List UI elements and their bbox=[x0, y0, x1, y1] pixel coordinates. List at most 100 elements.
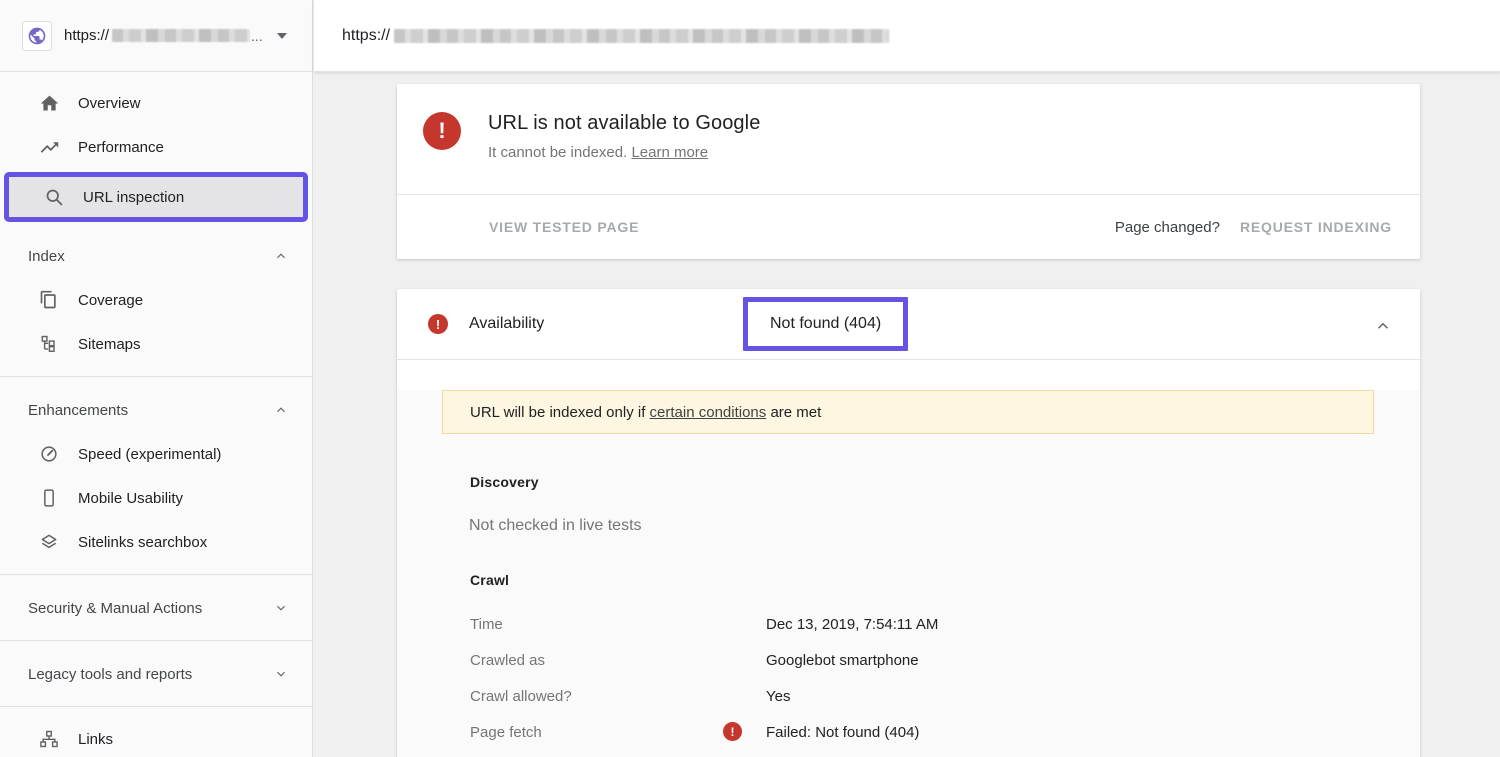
card-divider bbox=[397, 359, 1420, 360]
masked-property-url bbox=[112, 29, 250, 42]
certain-conditions-link[interactable]: certain conditions bbox=[650, 404, 767, 421]
sidebar-item-sitemaps[interactable]: Sitemaps bbox=[0, 322, 312, 366]
sidebar-item-mobile-usability[interactable]: Mobile Usability bbox=[0, 476, 312, 520]
search-icon bbox=[43, 186, 65, 208]
inspected-url-prefix: https:// bbox=[342, 27, 390, 45]
discovery-heading: Discovery bbox=[470, 474, 1420, 490]
sidebar-item-label: Speed (experimental) bbox=[78, 446, 221, 463]
property-url-prefix: https:// bbox=[64, 27, 109, 44]
sidebar-nav: Overview Performance URL inspection Inde… bbox=[0, 72, 312, 757]
row-label: Crawl allowed? bbox=[470, 688, 766, 724]
globe-icon bbox=[27, 26, 47, 46]
sidebar-item-label: Performance bbox=[78, 139, 164, 156]
search-console-app: https:// ... Overview Performance bbox=[0, 0, 1500, 757]
notice-text-before: URL will be indexed only if bbox=[470, 404, 650, 421]
index-conditions-notice: URL will be indexed only if certain cond… bbox=[442, 390, 1374, 434]
table-row: Crawl allowed? Yes bbox=[470, 688, 1420, 724]
sidebar-item-speed[interactable]: Speed (experimental) bbox=[0, 432, 312, 476]
availability-header[interactable]: Availability Not found (404) bbox=[397, 289, 1420, 359]
availability-title: Availability bbox=[469, 315, 544, 333]
status-card: URL is not available to Google It cannot… bbox=[397, 84, 1420, 259]
row-label: Time bbox=[470, 616, 766, 652]
chevron-down-icon bbox=[274, 601, 288, 615]
sidebar-item-label: Overview bbox=[78, 95, 141, 112]
learn-more-link[interactable]: Learn more bbox=[631, 144, 708, 161]
sidebar-divider bbox=[0, 706, 312, 707]
mobile-icon bbox=[38, 487, 60, 509]
availability-card: Availability Not found (404) URL will be… bbox=[397, 289, 1420, 757]
sitemaps-icon bbox=[38, 333, 60, 355]
speed-icon bbox=[38, 443, 60, 465]
crawl-heading: Crawl bbox=[470, 572, 1420, 588]
chevron-down-icon bbox=[274, 667, 288, 681]
section-header-label: Index bbox=[28, 248, 274, 265]
sidebar-divider bbox=[0, 640, 312, 641]
view-tested-page-button[interactable]: VIEW TESTED PAGE bbox=[489, 219, 639, 235]
sidebar-section-security-manual-actions[interactable]: Security & Manual Actions bbox=[0, 586, 312, 630]
home-icon bbox=[38, 92, 60, 114]
sidebar-section-legacy-tools[interactable]: Legacy tools and reports bbox=[0, 652, 312, 696]
sidebar-item-label: URL inspection bbox=[83, 189, 184, 206]
url-inspection-searchbar[interactable]: https:// bbox=[314, 0, 1500, 72]
error-icon bbox=[428, 314, 448, 334]
actions-right: Page changed? REQUEST INDEXING bbox=[1115, 219, 1392, 236]
notice-text-after: are met bbox=[766, 404, 821, 421]
sidebar-section-enhancements[interactable]: Enhancements bbox=[0, 388, 312, 432]
sidebar-item-url-inspection[interactable]: URL inspection bbox=[4, 172, 308, 222]
sidebar-item-label: Coverage bbox=[78, 292, 143, 309]
table-row: Crawled as Googlebot smartphone bbox=[470, 652, 1420, 688]
sidebar: https:// ... Overview Performance bbox=[0, 0, 313, 757]
row-value: Dec 13, 2019, 7:54:11 AM bbox=[766, 616, 938, 652]
status-subtitle: It cannot be indexed. Learn more bbox=[488, 144, 760, 161]
sidebar-item-sitelinks-searchbox[interactable]: Sitelinks searchbox bbox=[0, 520, 312, 564]
status-annotation-box: Not found (404) bbox=[743, 297, 908, 351]
main-area: https:// URL is not available to Google … bbox=[314, 0, 1500, 757]
section-header-label: Enhancements bbox=[28, 402, 274, 419]
chevron-up-icon[interactable] bbox=[1374, 317, 1392, 335]
sidebar-divider bbox=[0, 574, 312, 575]
status-title: URL is not available to Google bbox=[488, 112, 760, 135]
table-row: Time Dec 13, 2019, 7:54:11 AM bbox=[470, 616, 1420, 652]
sidebar-divider bbox=[0, 376, 312, 377]
sitelinks-icon bbox=[38, 531, 60, 553]
section-header-label: Security & Manual Actions bbox=[28, 600, 274, 617]
crawl-details: Time Dec 13, 2019, 7:54:11 AM Crawled as… bbox=[470, 616, 1420, 757]
error-icon bbox=[423, 112, 461, 150]
links-icon bbox=[38, 728, 60, 750]
chevron-up-icon bbox=[274, 249, 288, 263]
row-value: Yes bbox=[766, 688, 790, 724]
status-card-text: URL is not available to Google It cannot… bbox=[488, 112, 760, 194]
row-value-text: Failed: Not found (404) bbox=[766, 724, 919, 741]
section-header-label: Legacy tools and reports bbox=[28, 666, 274, 683]
property-globe-box bbox=[22, 21, 52, 51]
sidebar-item-label: Mobile Usability bbox=[78, 490, 183, 507]
content-area: URL is not available to Google It cannot… bbox=[314, 72, 1500, 757]
masked-inspected-url bbox=[394, 29, 889, 43]
sidebar-item-coverage[interactable]: Coverage bbox=[0, 278, 312, 322]
sidebar-item-label: Links bbox=[78, 731, 113, 748]
property-url: https:// ... bbox=[64, 27, 263, 44]
status-card-header: URL is not available to Google It cannot… bbox=[397, 84, 1420, 194]
request-indexing-button[interactable]: REQUEST INDEXING bbox=[1240, 219, 1392, 235]
table-row: Page fetch Failed: Not found (404) bbox=[470, 724, 1420, 757]
inspected-url: https:// bbox=[342, 27, 889, 45]
status-subtitle-text: It cannot be indexed. bbox=[488, 144, 631, 161]
property-selector[interactable]: https:// ... bbox=[0, 0, 312, 72]
availability-status: Not found (404) bbox=[770, 315, 881, 333]
discovery-value: Not checked in live tests bbox=[469, 517, 1420, 535]
availability-details: URL will be indexed only if certain cond… bbox=[397, 390, 1420, 757]
row-value: Failed: Not found (404) bbox=[766, 724, 919, 757]
sidebar-item-links[interactable]: Links bbox=[0, 717, 312, 757]
performance-icon bbox=[38, 136, 60, 158]
row-value: Googlebot smartphone bbox=[766, 652, 919, 688]
row-label: Crawled as bbox=[470, 652, 766, 688]
property-url-ellipsis: ... bbox=[251, 28, 263, 44]
coverage-icon bbox=[38, 289, 60, 311]
sidebar-item-overview[interactable]: Overview bbox=[0, 81, 312, 125]
error-icon bbox=[723, 722, 742, 741]
status-card-actions: VIEW TESTED PAGE Page changed? REQUEST I… bbox=[397, 195, 1420, 259]
page-changed-label: Page changed? bbox=[1115, 219, 1220, 236]
sidebar-item-performance[interactable]: Performance bbox=[0, 125, 312, 169]
sidebar-section-index[interactable]: Index bbox=[0, 234, 312, 278]
sidebar-item-label: Sitelinks searchbox bbox=[78, 534, 207, 551]
